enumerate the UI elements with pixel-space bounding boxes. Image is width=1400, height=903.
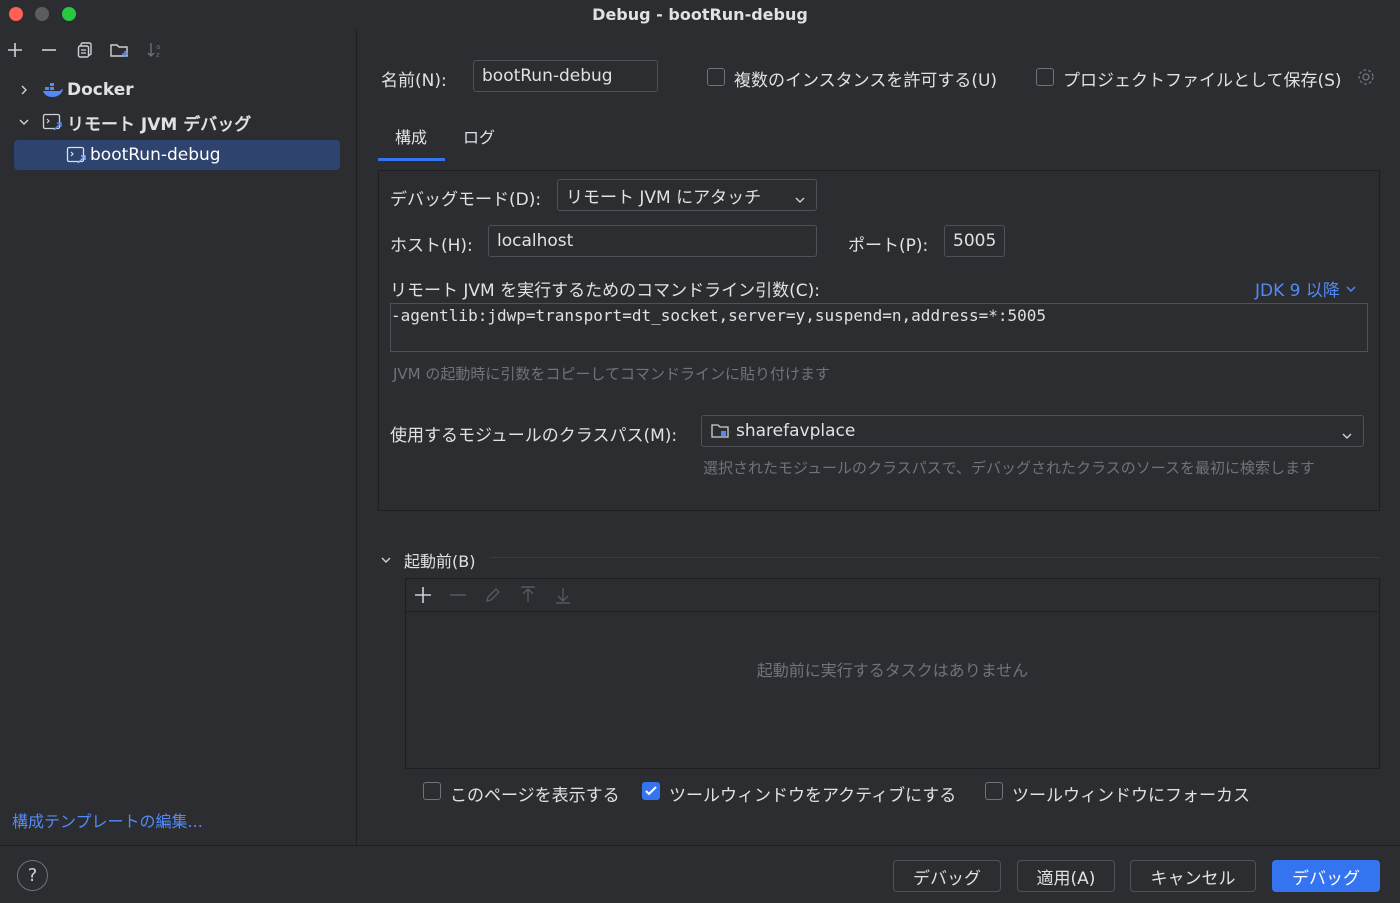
remove-icon[interactable]: [37, 38, 61, 62]
module-classpath-value: sharefavplace: [736, 421, 856, 441]
active-tab-indicator: [378, 158, 445, 161]
module-classpath-label: 使用するモジュールのクラスパス(M):: [390, 426, 678, 446]
chevron-right-icon[interactable]: [14, 84, 34, 96]
footer-divider: [0, 845, 1400, 846]
before-launch-header[interactable]: 起動前(B): [380, 548, 475, 572]
debug-button[interactable]: デバッグ: [1272, 860, 1380, 892]
before-launch-toolbar: [406, 579, 1379, 612]
title-bar: Debug - bootRun-debug: [0, 0, 1400, 30]
chevron-down-icon: [1341, 426, 1353, 446]
tree-item-label: リモート JVM デバッグ: [67, 114, 252, 135]
gear-icon[interactable]: [1356, 67, 1376, 91]
show-page-label: このページを表示する: [450, 786, 620, 806]
add-task-icon[interactable]: [413, 585, 433, 609]
debug-mode-value: リモート JVM にアタッチ: [566, 187, 762, 208]
remove-task-icon[interactable]: [448, 585, 468, 609]
name-input[interactable]: bootRun-debug: [473, 60, 658, 92]
save-as-project-file-checkbox[interactable]: [1036, 68, 1054, 86]
module-classpath-hint: 選択されたモジュールのクラスパスで、デバッグされたクラスのソースを最初に検索しま…: [703, 459, 1316, 477]
cancel-button[interactable]: キャンセル: [1130, 860, 1256, 892]
show-page-checkbox[interactable]: [423, 782, 441, 800]
checkmark-icon: [645, 786, 657, 796]
help-button[interactable]: ?: [17, 860, 48, 891]
module-folder-icon: [710, 422, 730, 440]
module-classpath-select[interactable]: sharefavplace: [701, 415, 1364, 447]
port-input[interactable]: 5005: [944, 225, 1005, 257]
sort-icon[interactable]: az: [143, 38, 167, 62]
copy-icon[interactable]: [73, 38, 97, 62]
focus-tool-window-checkbox[interactable]: [985, 782, 1003, 800]
tab-log[interactable]: ログ: [463, 124, 495, 148]
before-launch-empty-text: 起動前に実行するタスクはありません: [756, 661, 1029, 680]
edit-task-icon[interactable]: [483, 585, 503, 609]
edit-templates-link[interactable]: 構成テンプレートの編集...: [12, 808, 203, 832]
svg-text:z: z: [156, 51, 160, 59]
port-label: ポート(P):: [848, 236, 929, 256]
window-title: Debug - bootRun-debug: [592, 5, 808, 24]
focus-tool-window-label: ツールウィンドウにフォーカス: [1012, 786, 1250, 806]
add-icon[interactable]: [3, 38, 27, 62]
cmdline-value: -agentlib:jdwp=transport=dt_socket,serve…: [391, 306, 1047, 325]
section-divider: [490, 557, 1380, 558]
docker-icon: [42, 81, 64, 99]
chevron-down-icon: [1345, 284, 1357, 294]
svg-text:a: a: [156, 43, 160, 51]
tab-configuration[interactable]: 構成: [395, 124, 427, 148]
apply-button[interactable]: 適用(A): [1017, 860, 1115, 892]
name-label: 名前(N):: [381, 71, 447, 91]
debug-mode-select[interactable]: リモート JVM にアタッチ: [557, 179, 817, 211]
chevron-down-icon: [794, 190, 806, 210]
tree-item-label: Docker: [67, 80, 134, 100]
new-folder-icon[interactable]: [108, 38, 132, 62]
jdk-version-select[interactable]: JDK 9 以降: [1255, 276, 1357, 301]
remote-debug-icon: [66, 145, 88, 165]
chevron-down-icon: [380, 555, 398, 565]
allow-multiple-label: 複数のインスタンスを許可する(U): [734, 71, 998, 91]
cmdline-textarea[interactable]: -agentlib:jdwp=transport=dt_socket,serve…: [390, 303, 1368, 352]
chevron-down-icon[interactable]: [14, 117, 34, 127]
host-label: ホスト(H):: [390, 236, 473, 256]
activate-tool-window-label: ツールウィンドウをアクティブにする: [669, 786, 957, 806]
move-down-icon[interactable]: [553, 585, 573, 609]
tree-item-remote-jvm-debug[interactable]: リモート JVM デバッグ: [14, 107, 340, 137]
jdk-version-value: JDK 9 以降: [1255, 281, 1340, 301]
cmdline-hint: JVM の起動時に引数をコピーしてコマンドラインに貼り付けます: [393, 365, 830, 383]
tree-item-docker[interactable]: Docker: [14, 75, 340, 105]
debug-mode-label: デバッグモード(D):: [390, 190, 542, 210]
allow-multiple-checkbox[interactable]: [707, 68, 725, 86]
tree-item-label: bootRun-debug: [90, 145, 221, 165]
save-as-project-file-label: プロジェクトファイルとして保存(S): [1063, 71, 1342, 91]
remote-debug-icon: [42, 112, 64, 132]
debug-secondary-button[interactable]: デバッグ: [893, 860, 1001, 892]
host-input[interactable]: localhost: [488, 225, 817, 257]
activate-tool-window-checkbox[interactable]: [642, 782, 660, 800]
before-launch-title: 起動前(B): [404, 552, 476, 571]
tree-item-bootrun-debug[interactable]: bootRun-debug: [14, 140, 340, 170]
cmdline-label: リモート JVM を実行するためのコマンドライン引数(C):: [390, 281, 820, 301]
move-up-icon[interactable]: [518, 585, 538, 609]
